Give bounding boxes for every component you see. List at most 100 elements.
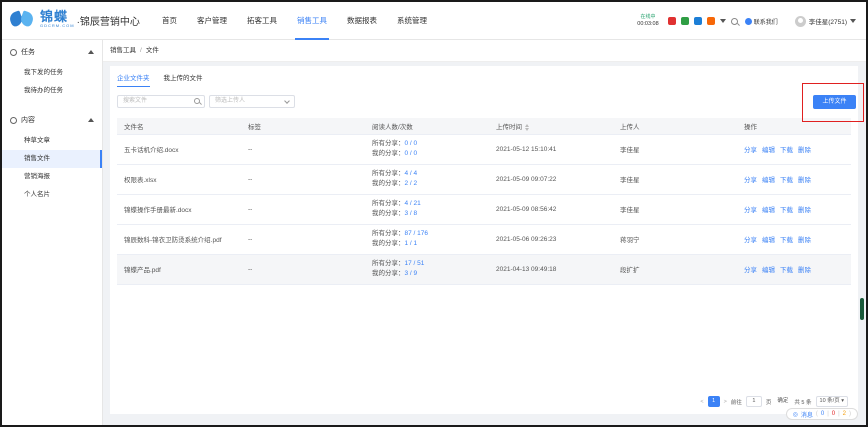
- page-scrollbar[interactable]: [860, 298, 864, 320]
- row-actions: 分享 编辑 下载 删除: [737, 134, 851, 165]
- download-button[interactable]: 下载: [780, 207, 793, 214]
- upload-time: 2021-05-06 09:26:23: [489, 224, 613, 255]
- sidebar-item[interactable]: 我待办的任务: [2, 82, 102, 100]
- download-button[interactable]: 下载: [780, 177, 793, 184]
- chevron-down-icon: [850, 19, 856, 23]
- user-menu[interactable]: 李佳星(2751): [794, 15, 856, 27]
- all-share-count[interactable]: 87 / 176: [405, 230, 429, 237]
- row-actions: 分享 编辑 下载 删除: [737, 164, 851, 195]
- upload-file-button[interactable]: 上传文件: [813, 95, 856, 109]
- all-share-count[interactable]: 4 / 4: [405, 170, 418, 177]
- uploader: 李佳星: [613, 164, 737, 195]
- chevron-up-icon: [88, 118, 94, 122]
- share-button[interactable]: 分享: [744, 237, 757, 244]
- sidebar-group[interactable]: 任务: [2, 40, 102, 64]
- my-share-count[interactable]: 2 / 2: [405, 180, 418, 187]
- sidebar-item[interactable]: 种草文章: [2, 132, 102, 150]
- online-status[interactable]: 在线中 00:03:08: [637, 15, 658, 27]
- message-widget[interactable]: ◎ 消息 ( 0 | 0 | 2 ): [785, 408, 858, 420]
- table-row: 五卡话机介绍.docx -- 所有分享：0 / 0 我的分享：0 / 0 2021-05…: [117, 134, 851, 165]
- next-page-button[interactable]: >: [724, 399, 727, 405]
- sidebar-item[interactable]: 我下发的任务: [2, 64, 102, 82]
- confirm-page-button[interactable]: 确定: [775, 396, 790, 407]
- page-1-button[interactable]: 1: [707, 396, 720, 407]
- edit-button[interactable]: 编辑: [762, 147, 775, 154]
- red-tool-icon[interactable]: [667, 17, 676, 25]
- nav-item[interactable]: 系统管理: [387, 2, 437, 40]
- delete-button[interactable]: 删除: [798, 177, 811, 184]
- edit-button[interactable]: 编辑: [762, 207, 775, 214]
- delete-button[interactable]: 删除: [798, 207, 811, 214]
- my-share-count[interactable]: 1 / 1: [405, 240, 418, 247]
- nav-item[interactable]: 数据报表: [337, 2, 387, 40]
- read-stats: 所有分享：0 / 0 我的分享：0 / 0: [365, 134, 489, 165]
- message-icon: ◎: [792, 411, 798, 418]
- nav-item[interactable]: 客户管理: [187, 2, 237, 40]
- blue-tool-icon[interactable]: [693, 17, 702, 25]
- download-button[interactable]: 下载: [780, 237, 793, 244]
- edit-button[interactable]: 编辑: [762, 237, 775, 244]
- search-icon[interactable]: [730, 17, 738, 25]
- file-tag: --: [241, 194, 365, 225]
- file-name[interactable]: 锦蝶操作手册最新.docx: [117, 194, 241, 225]
- green-tool-icon[interactable]: [680, 17, 689, 25]
- nav-item[interactable]: 首页: [152, 2, 187, 40]
- delete-button[interactable]: 删除: [798, 267, 811, 274]
- logo-cn: 锦蝶: [40, 9, 69, 24]
- logo[interactable]: 锦蝶 GDCRM.COM ·锦辰营销中心: [7, 9, 140, 34]
- nav-item[interactable]: 销售工具: [287, 2, 337, 40]
- file-name[interactable]: 锦蝶产品.pdf: [117, 254, 241, 285]
- edit-button[interactable]: 编辑: [762, 267, 775, 274]
- tab[interactable]: 我上传的文件: [164, 72, 203, 87]
- orange-tool-icon[interactable]: [706, 17, 715, 25]
- share-button[interactable]: 分享: [744, 207, 757, 214]
- sort-icon[interactable]: [525, 123, 529, 131]
- delete-button[interactable]: 删除: [798, 147, 811, 154]
- headset-icon: [744, 17, 752, 25]
- file-name[interactable]: 五卡话机介绍.docx: [117, 134, 241, 165]
- file-name[interactable]: 权限表.xlsx: [117, 164, 241, 195]
- upload-time: 2021-05-09 09:07:22: [489, 164, 613, 195]
- row-actions: 分享 编辑 下载 删除: [737, 254, 851, 285]
- sidebar-group[interactable]: 内容: [2, 108, 102, 132]
- breadcrumb-parent[interactable]: 销售工具: [110, 47, 136, 54]
- file-tag: --: [241, 224, 365, 255]
- search-input[interactable]: 搜索文件: [117, 95, 205, 108]
- upload-time: 2021-05-12 15:10:41: [489, 134, 613, 165]
- goto-page-input[interactable]: 1: [745, 396, 762, 407]
- tab[interactable]: 企业文件夹: [117, 72, 150, 87]
- page-size-select[interactable]: 10 条/页 ▾: [815, 396, 848, 407]
- table-row: 锦蝶产品.pdf -- 所有分享：17 / 51 我的分享：3 / 9 2021-04-…: [117, 254, 851, 285]
- my-share-count[interactable]: 3 / 8: [405, 210, 418, 217]
- all-share-count[interactable]: 4 / 21: [405, 200, 421, 207]
- download-button[interactable]: 下载: [780, 147, 793, 154]
- filter-bar: 搜索文件 筛选上传人: [117, 95, 295, 108]
- uploader-select[interactable]: 筛选上传人: [209, 95, 295, 108]
- header-tools: 在线中 00:03:08 联系我们 李佳星(2751): [637, 2, 856, 40]
- chevron-down-icon[interactable]: [719, 19, 726, 23]
- share-button[interactable]: 分享: [744, 177, 757, 184]
- file-name[interactable]: 锦辰数科-锦衣卫防烫系统介绍.pdf: [117, 224, 241, 255]
- nav-item[interactable]: 拓客工具: [237, 2, 287, 40]
- edit-button[interactable]: 编辑: [762, 177, 775, 184]
- prev-page-button[interactable]: <: [700, 399, 703, 405]
- row-actions: 分享 编辑 下载 删除: [737, 194, 851, 225]
- my-share-count[interactable]: 0 / 0: [405, 150, 418, 157]
- my-share-count[interactable]: 3 / 9: [405, 270, 418, 277]
- share-button[interactable]: 分享: [744, 147, 757, 154]
- share-button[interactable]: 分享: [744, 267, 757, 274]
- sidebar-item[interactable]: 个人名片: [2, 186, 102, 204]
- file-tag: --: [241, 254, 365, 285]
- delete-button[interactable]: 删除: [798, 237, 811, 244]
- table-row: 锦蝶操作手册最新.docx -- 所有分享：4 / 21 我的分享：3 / 8 2021…: [117, 194, 851, 225]
- all-share-count[interactable]: 0 / 0: [405, 140, 418, 147]
- sidebar-item[interactable]: 营销海报: [2, 168, 102, 186]
- breadcrumb-current: 文件: [145, 47, 159, 54]
- contact-us-link[interactable]: 联系我们: [744, 17, 778, 26]
- app-window: 锦蝶 GDCRM.COM ·锦辰营销中心 首页 客户管理 拓客工具 销售工具 数据报表系…: [0, 0, 868, 427]
- download-button[interactable]: 下载: [780, 267, 793, 274]
- sidebar-item[interactable]: 销售文件: [2, 150, 102, 168]
- all-share-count[interactable]: 17 / 51: [405, 260, 425, 267]
- column-header[interactable]: 上传时间: [489, 118, 613, 135]
- file-tabs: 企业文件夹 我上传的文件: [117, 72, 203, 87]
